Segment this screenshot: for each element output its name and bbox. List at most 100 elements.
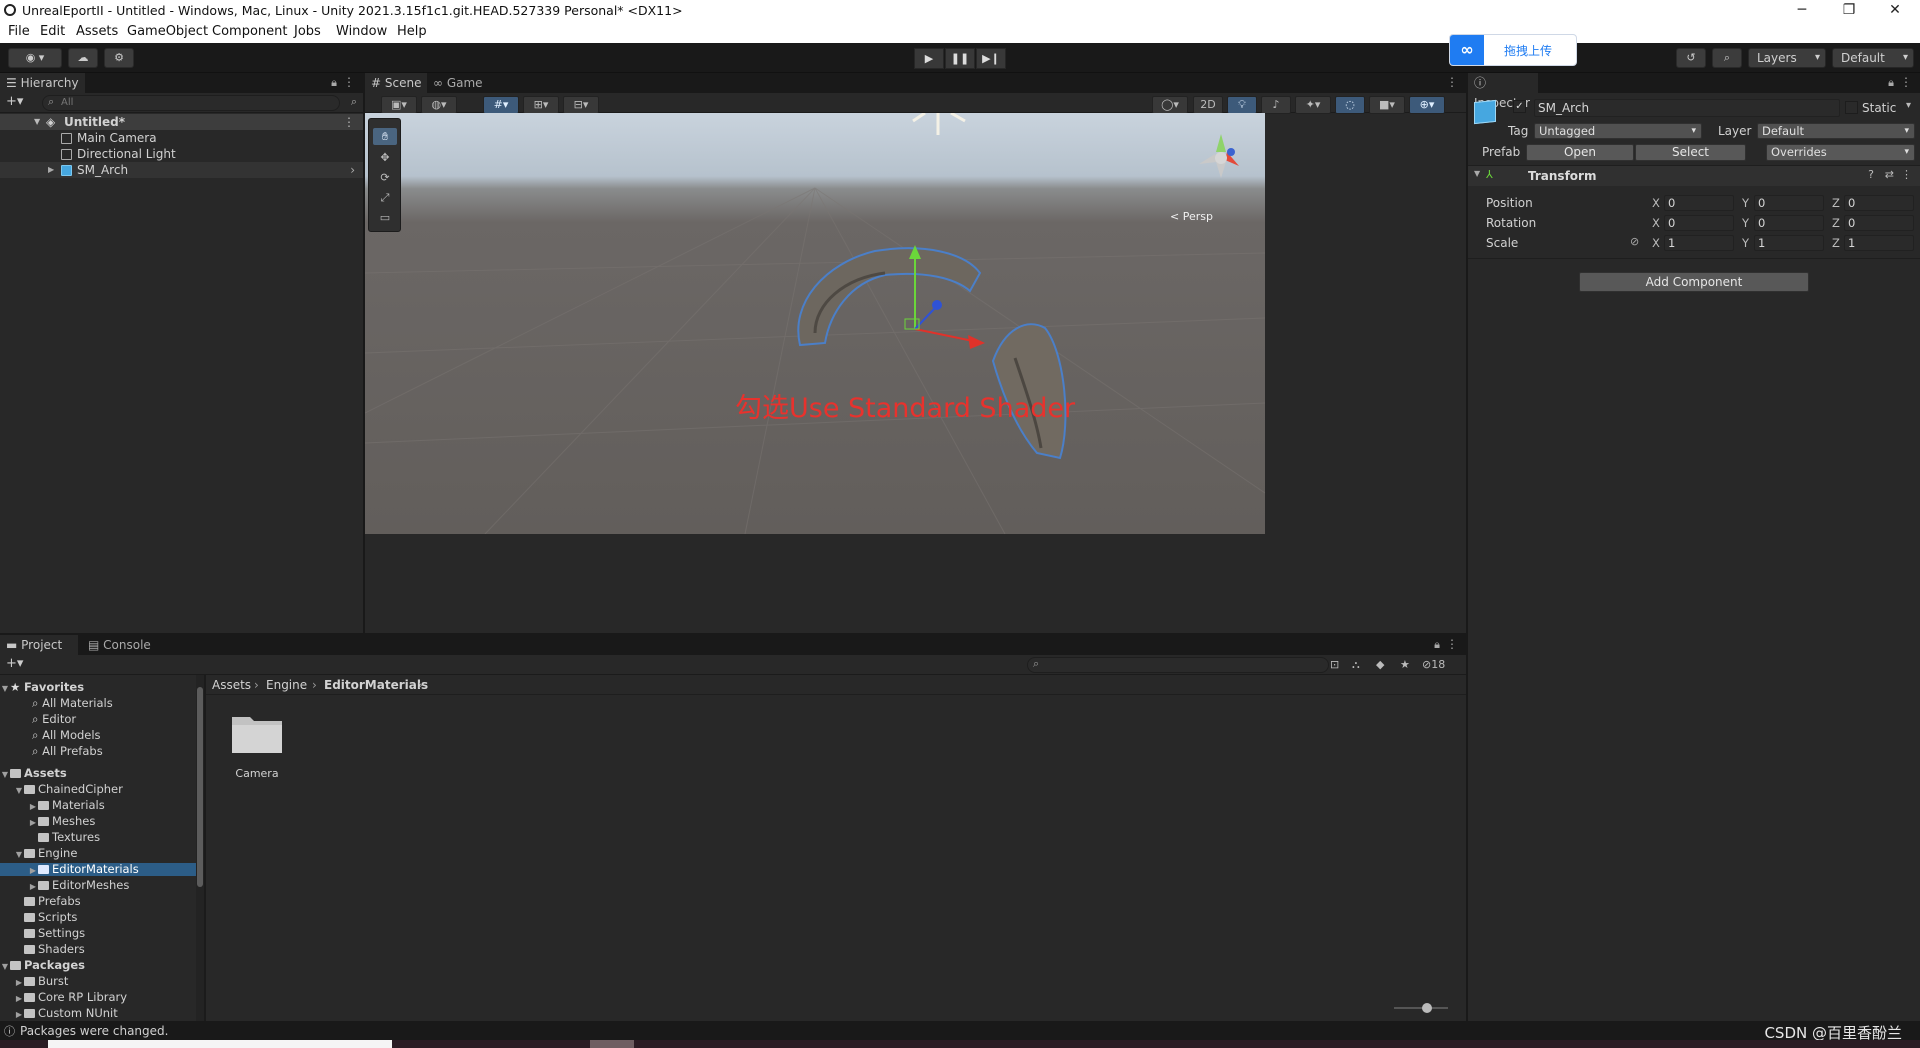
folder-item[interactable]: ▶ EditorMeshes [0, 879, 196, 892]
preset-icon[interactable]: ⇄ [1885, 168, 1894, 181]
create-dropdown-button[interactable]: +▾ [6, 656, 23, 671]
rotation-x-field[interactable]: 0 [1664, 215, 1734, 231]
hierarchy-item[interactable]: Main Camera [0, 130, 363, 146]
fold-arrow-icon[interactable]: ▼ [0, 682, 10, 695]
fold-arrow-icon[interactable]: ▼ [1474, 169, 1480, 178]
scale-x-field[interactable]: 1 [1664, 235, 1734, 251]
menu-assets[interactable]: Assets [76, 24, 118, 39]
fold-arrow-icon[interactable]: ▶ [28, 864, 38, 877]
status-message[interactable]: Packages were changed. [20, 1024, 168, 1038]
fold-arrow-icon[interactable]: ▼ [0, 960, 10, 973]
add-component-button[interactable]: Add Component [1579, 272, 1809, 292]
layer-dropdown[interactable]: Default [1757, 123, 1915, 139]
asset-tile[interactable]: Camera [222, 711, 292, 781]
project-search-input[interactable] [1027, 657, 1329, 673]
prefab-open-button[interactable]: Open [1526, 144, 1634, 161]
position-x-field[interactable]: 0 [1664, 195, 1734, 211]
tab-inspector[interactable]: ⓘ Inspector [1468, 73, 1538, 110]
camera-settings-icon[interactable]: ■▾ [1369, 96, 1405, 114]
menu-edit[interactable]: Edit [40, 24, 65, 39]
position-z-field[interactable]: 0 [1844, 195, 1914, 211]
search-by-type-icon[interactable]: ⊡ [1330, 658, 1339, 671]
lock-icon[interactable]: 🔒︎ [1888, 76, 1894, 90]
prefab-select-button[interactable]: Select [1635, 144, 1746, 161]
transform-header[interactable]: ▼ ⅄ Transform ? ⇄ ⋮ [1468, 166, 1920, 186]
rotate-tool-icon[interactable]: ⟳ [373, 169, 397, 186]
assets-header[interactable]: ▼ Assets [0, 767, 196, 780]
search-icon[interactable]: ⌕ [1712, 48, 1742, 68]
rect-tool-icon[interactable]: ▭ [373, 209, 397, 226]
increment-snap-icon[interactable]: ⊞▾ [523, 96, 559, 114]
lighting-icon[interactable]: 💡︎ [1227, 96, 1257, 114]
expand-arrow-icon[interactable]: ▼ [34, 114, 40, 130]
package-item[interactable]: ▶ Burst [0, 975, 196, 988]
more-icon[interactable]: ⋮ [343, 75, 355, 89]
package-item[interactable]: ▶ Custom NUnit [0, 1007, 196, 1020]
breadcrumb-item[interactable]: Engine [266, 678, 307, 692]
scene-root-row[interactable]: ▼ ◈ Untitled* ⋮ [0, 114, 363, 130]
draw-mode-icon[interactable]: ▣▾ [381, 96, 417, 114]
favorite-item[interactable]: ⌕ All Materials [0, 697, 196, 710]
upload-widget[interactable]: ∞ 拖拽上传 [1449, 34, 1577, 66]
favorite-star-icon[interactable]: ★ [1400, 658, 1410, 671]
snap-settings-icon[interactable]: ⊟▾ [563, 96, 599, 114]
scene-more-icon[interactable]: ⋮ [1446, 75, 1458, 89]
history-icon[interactable]: ↺ [1676, 48, 1706, 68]
taskbar-item[interactable] [590, 1040, 634, 1048]
constrain-proportions-icon[interactable]: ⊘ [1630, 235, 1639, 248]
move-tool-icon[interactable]: ✥ [373, 149, 397, 166]
restore-icon[interactable]: ❐ [1826, 0, 1872, 22]
fold-arrow-icon[interactable]: ▼ [14, 784, 24, 797]
scale-y-field[interactable]: 1 [1754, 235, 1824, 251]
tag-dropdown[interactable]: Untagged [1534, 123, 1702, 139]
slider-thumb[interactable] [1422, 1003, 1432, 1013]
folder-item[interactable]: Prefabs [0, 895, 196, 908]
fold-arrow-icon[interactable]: ▶ [28, 800, 38, 813]
packages-header[interactable]: ▼ Packages [0, 959, 196, 972]
fold-arrow-icon[interactable]: ▶ [28, 816, 38, 829]
pause-button[interactable]: ❚❚ [945, 48, 975, 69]
search-by-label-icon[interactable]: ⛬ [1352, 658, 1360, 672]
fold-arrow-icon[interactable]: ▶ [14, 976, 24, 989]
layers-dropdown[interactable]: Layers [1748, 48, 1826, 68]
fold-arrow-icon[interactable]: ▼ [0, 768, 10, 781]
collab-icon[interactable]: ⚙ [104, 48, 134, 68]
close-icon[interactable]: ✕ [1872, 0, 1918, 22]
scene-visibility-icon[interactable]: ⌕ [351, 95, 357, 109]
rotation-z-field[interactable]: 0 [1844, 215, 1914, 231]
open-prefab-arrow-icon[interactable]: › [350, 162, 355, 178]
folder-item[interactable]: ▼ Engine [0, 847, 196, 860]
scrollbar-thumb[interactable] [197, 687, 203, 887]
fold-arrow-icon[interactable]: ▶ [28, 880, 38, 893]
help-icon[interactable]: ? [1868, 168, 1874, 181]
folder-item[interactable]: Textures [0, 831, 196, 844]
shading-mode-icon[interactable]: ◯▾ [1152, 96, 1188, 114]
scene-viewport[interactable]: ✋︎ ✥ ⟳ ⤢ ▭ < Persp 勾选Use Standard Shader [365, 113, 1265, 534]
tab-scene[interactable]: # Scene [365, 73, 427, 93]
folder-item[interactable]: ▼ ChainedCipher [0, 783, 196, 796]
hidden-packages-icon[interactable]: ⊘18 [1422, 658, 1445, 671]
hierarchy-item[interactable]: ▶ SM_Arch › [0, 162, 363, 178]
menu-jobs[interactable]: Jobs [294, 24, 321, 39]
fold-arrow-icon[interactable]: ▶ [14, 1008, 24, 1021]
hidden-objects-icon[interactable]: ◌ [1335, 96, 1365, 114]
hand-tool-icon[interactable]: ✋︎ [373, 128, 397, 145]
add-dropdown-button[interactable]: +▾ [6, 94, 23, 109]
favorite-item[interactable]: ⌕ All Prefabs [0, 745, 196, 758]
persp-label[interactable]: < Persp [1170, 210, 1213, 223]
folder-item[interactable]: ▶ Meshes [0, 815, 196, 828]
favorites-header[interactable]: ▼ ★ Favorites [0, 681, 196, 694]
expand-arrow-icon[interactable]: ▶ [48, 162, 54, 178]
prefab-overrides-dropdown[interactable]: Overrides [1766, 144, 1915, 161]
scale-z-field[interactable]: 1 [1844, 235, 1914, 251]
audio-icon[interactable]: ♪ [1261, 96, 1291, 114]
minimize-icon[interactable]: ─ [1779, 0, 1825, 22]
global-toggle-icon[interactable]: ◍▾ [421, 96, 457, 114]
package-item[interactable]: ▶ Core RP Library [0, 991, 196, 1004]
breadcrumb-item-current[interactable]: EditorMaterials [324, 678, 428, 692]
menu-gameobject[interactable]: GameObject [127, 24, 208, 39]
menu-help[interactable]: Help [397, 24, 427, 39]
gizmos-icon[interactable]: ⊕▾ [1409, 96, 1445, 114]
folder-item[interactable]: ▶ Materials [0, 799, 196, 812]
folder-item[interactable]: Shaders [0, 943, 196, 956]
